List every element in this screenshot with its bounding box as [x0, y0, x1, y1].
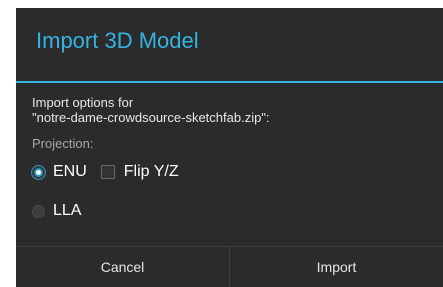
flip-yz-label[interactable]: Flip Y/Z [124, 163, 179, 181]
title-divider [16, 81, 443, 83]
radio-lla[interactable] [32, 204, 45, 218]
projection-label: Projection: [32, 136, 94, 151]
import-options-text: Import options for [32, 95, 134, 110]
dialog-title-bar: Import 3D Model [16, 8, 443, 81]
cancel-button[interactable]: Cancel [16, 247, 229, 287]
radio-enu[interactable] [32, 165, 45, 179]
dialog-title: Import 3D Model [36, 28, 199, 53]
radio-lla-label[interactable]: LLA [53, 202, 81, 220]
flip-yz-checkbox[interactable] [100, 165, 115, 179]
import-dialog: Import 3D Model Import options for "notr… [16, 8, 443, 287]
import-button[interactable]: Import [230, 247, 443, 287]
import-filename-text: "notre-dame-crowdsource-sketchfab.zip": [32, 110, 270, 125]
radio-enu-label[interactable]: ENU [53, 163, 87, 181]
projection-row-lla: LLA [32, 200, 81, 222]
projection-row-enu: ENU Flip Y/Z [32, 161, 179, 183]
